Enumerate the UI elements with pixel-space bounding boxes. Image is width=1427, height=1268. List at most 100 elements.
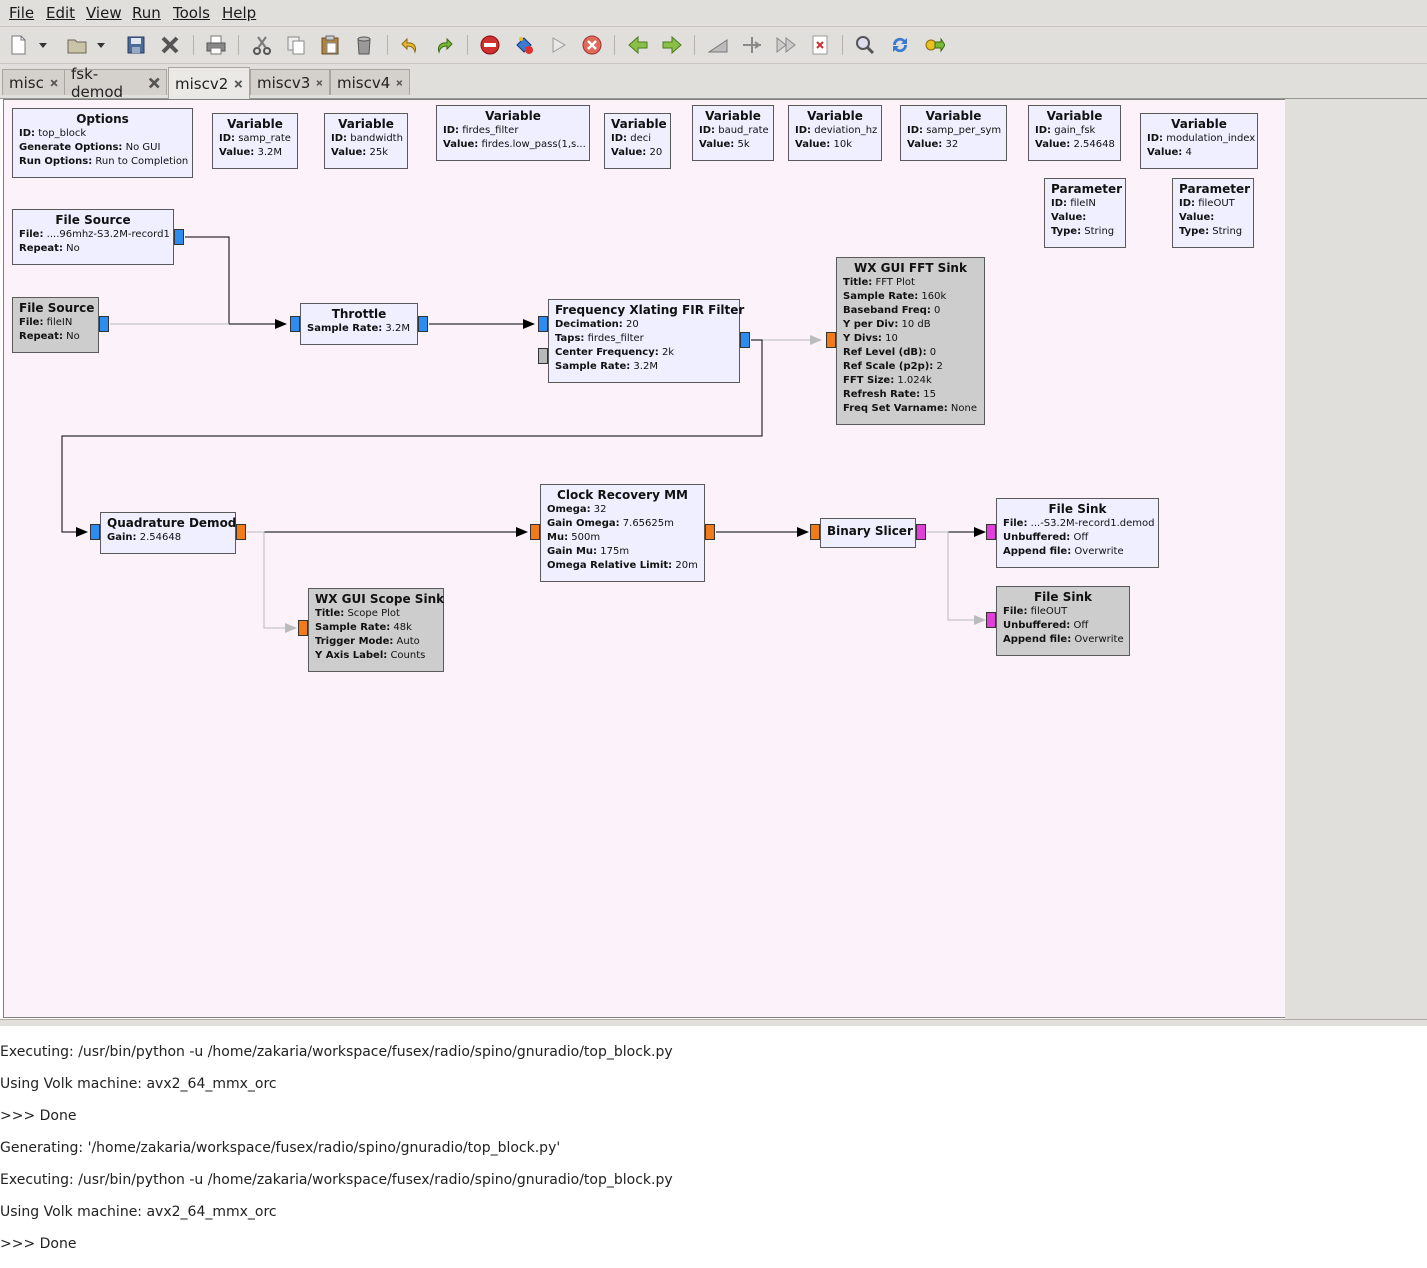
console-line: Executing: /usr/bin/python -u /home/zaka… bbox=[0, 1172, 673, 1188]
copy-button[interactable] bbox=[284, 33, 308, 57]
options-block[interactable]: Options ID: top_block Generate Options: … bbox=[12, 108, 193, 178]
tab-miscv3[interactable]: miscv3 bbox=[250, 69, 330, 95]
input-port[interactable] bbox=[986, 524, 996, 540]
output-port[interactable] bbox=[99, 316, 109, 332]
generate-button[interactable] bbox=[512, 33, 536, 57]
variable-block-bandwidth[interactable]: Variable ID: bandwidth Value: 25k bbox=[324, 113, 408, 169]
throttle-block[interactable]: Throttle Sample Rate: 3.2M bbox=[300, 303, 418, 345]
menu-help[interactable]: Help bbox=[222, 4, 256, 22]
output-port[interactable] bbox=[174, 229, 184, 245]
variable-block-samp-rate[interactable]: Variable ID: samp_rate Value: 3.2M bbox=[212, 113, 298, 169]
toolbar bbox=[0, 27, 1427, 64]
rotate-cw-button[interactable] bbox=[740, 33, 764, 57]
find-block-button[interactable] bbox=[853, 33, 877, 57]
menu-file[interactable]: File bbox=[9, 4, 34, 22]
output-port[interactable] bbox=[740, 332, 750, 348]
prop-value: Overwrite bbox=[1074, 634, 1124, 645]
disable-block-button[interactable] bbox=[478, 33, 502, 57]
menu-bar: File Edit View Run Tools Help bbox=[0, 0, 1427, 27]
redo-button[interactable] bbox=[432, 33, 456, 57]
tab-fsk-demod[interactable]: fsk-demod bbox=[64, 65, 167, 101]
clock-recovery-mm-block[interactable]: Clock Recovery MM Omega: 32 Gain Omega: … bbox=[540, 484, 705, 582]
input-port-command[interactable] bbox=[538, 348, 548, 364]
tab-miscv4[interactable]: miscv4 bbox=[330, 69, 410, 95]
variable-block-gain-fsk[interactable]: Variable ID: gain_fsk Value: 2.54648 bbox=[1028, 105, 1121, 161]
variable-block-deci[interactable]: Variable ID: deci Value: 20 bbox=[604, 113, 671, 169]
menu-view[interactable]: View bbox=[86, 4, 122, 22]
menu-edit[interactable]: Edit bbox=[46, 4, 75, 22]
prop-label: ID: bbox=[611, 133, 628, 144]
file-sink-block[interactable]: File Sink File: ...-S3.2M-record1.demod … bbox=[996, 498, 1159, 568]
frequency-xlating-fir-filter-block[interactable]: Frequency Xlating FIR Filter Decimation:… bbox=[548, 299, 744, 383]
output-port[interactable] bbox=[705, 524, 715, 540]
tab-label: miscv2 bbox=[175, 74, 229, 93]
parameter-block-fileout[interactable]: Parameter ID: fileOUT Value: Type: Strin… bbox=[1172, 178, 1254, 248]
close-icon[interactable] bbox=[148, 76, 160, 90]
flowgraph-canvas[interactable]: Options ID: top_block Generate Options: … bbox=[3, 99, 1286, 1018]
tab-misc[interactable]: misc bbox=[2, 69, 65, 95]
input-port[interactable] bbox=[90, 524, 100, 540]
print-button[interactable] bbox=[204, 33, 228, 57]
tab-miscv2[interactable]: miscv2 bbox=[168, 67, 250, 99]
new-file-button[interactable] bbox=[6, 33, 30, 57]
file-source-block-disabled[interactable]: File Source File: fileIN Repeat: No bbox=[12, 297, 99, 353]
open-hier-button[interactable] bbox=[922, 33, 946, 57]
forward-button[interactable] bbox=[660, 33, 684, 57]
variable-block-baud-rate[interactable]: Variable ID: baud_rate Value: 5k bbox=[692, 105, 774, 161]
new-file-dropdown[interactable] bbox=[36, 33, 50, 57]
reload-button[interactable] bbox=[888, 33, 912, 57]
variable-block-firdes-filter[interactable]: Variable ID: firdes_filter Value: firdes… bbox=[436, 105, 590, 161]
input-port[interactable] bbox=[298, 620, 308, 636]
input-port[interactable] bbox=[290, 316, 300, 332]
open-button[interactable] bbox=[65, 33, 89, 57]
input-port[interactable] bbox=[538, 316, 548, 332]
close-icon[interactable] bbox=[50, 76, 58, 90]
console-panel[interactable]: Executing: /usr/bin/python -u /home/zaka… bbox=[0, 1026, 1427, 1268]
input-port[interactable] bbox=[810, 524, 820, 540]
errors-button[interactable] bbox=[808, 33, 832, 57]
output-port[interactable] bbox=[916, 524, 926, 540]
variable-block-samp-per-sym[interactable]: Variable ID: samp_per_sym Value: 32 bbox=[900, 105, 1007, 161]
variable-block-deviation-hz[interactable]: Variable ID: deviation_hz Value: 10k bbox=[788, 105, 882, 161]
wx-gui-fft-sink-block[interactable]: WX GUI FFT Sink Title: FFT Plot Sample R… bbox=[836, 257, 985, 425]
close-icon[interactable] bbox=[234, 77, 243, 91]
save-button[interactable] bbox=[124, 33, 148, 57]
back-button[interactable] bbox=[626, 33, 650, 57]
file-sink-block-disabled[interactable]: File Sink File: fileOUT Unbuffered: Off … bbox=[996, 586, 1130, 656]
kill-button[interactable] bbox=[580, 33, 604, 57]
prop-label: Center Frequency: bbox=[555, 347, 659, 358]
input-port[interactable] bbox=[530, 524, 540, 540]
close-icon[interactable] bbox=[396, 76, 403, 90]
close-icon[interactable] bbox=[316, 76, 323, 90]
delete-button[interactable] bbox=[352, 33, 376, 57]
paste-button[interactable] bbox=[318, 33, 342, 57]
execute-button[interactable] bbox=[546, 33, 570, 57]
quadrature-demod-block[interactable]: Quadrature Demod Gain: 2.54648 bbox=[100, 512, 236, 554]
rotate-ccw-button[interactable] bbox=[706, 33, 730, 57]
binary-slicer-block[interactable]: Binary Slicer bbox=[820, 518, 916, 548]
menu-tools[interactable]: Tools bbox=[173, 4, 210, 22]
menu-run[interactable]: Run bbox=[132, 4, 161, 22]
prop-label: Mu: bbox=[547, 532, 569, 543]
prop-label: Run Options: bbox=[19, 156, 93, 167]
input-port[interactable] bbox=[826, 332, 836, 348]
prop-label: Value: bbox=[331, 147, 367, 158]
output-port[interactable] bbox=[236, 524, 246, 540]
tab-label: miscv3 bbox=[257, 73, 311, 92]
file-source-block[interactable]: File Source File: ....96mhz-S3.2M-record… bbox=[12, 209, 174, 265]
prop-label: ID: bbox=[907, 125, 924, 136]
cut-button[interactable] bbox=[250, 33, 274, 57]
output-port[interactable] bbox=[418, 316, 428, 332]
wx-gui-scope-sink-block[interactable]: WX GUI Scope Sink Title: Scope Plot Samp… bbox=[308, 588, 444, 672]
input-port[interactable] bbox=[986, 612, 996, 628]
close-button[interactable] bbox=[158, 33, 182, 57]
open-dropdown[interactable] bbox=[94, 33, 108, 57]
right-panel bbox=[1285, 99, 1427, 1019]
variable-block-modulation-index[interactable]: Variable ID: modulation_index Value: 4 bbox=[1140, 113, 1258, 169]
kill-icon bbox=[582, 35, 602, 55]
parameter-block-filein[interactable]: Parameter ID: fileIN Value: Type: String bbox=[1044, 178, 1126, 248]
bypass-button[interactable] bbox=[774, 33, 798, 57]
undo-button[interactable] bbox=[398, 33, 422, 57]
prop-label: Repeat: bbox=[19, 243, 63, 254]
prop-value: No bbox=[66, 331, 80, 342]
